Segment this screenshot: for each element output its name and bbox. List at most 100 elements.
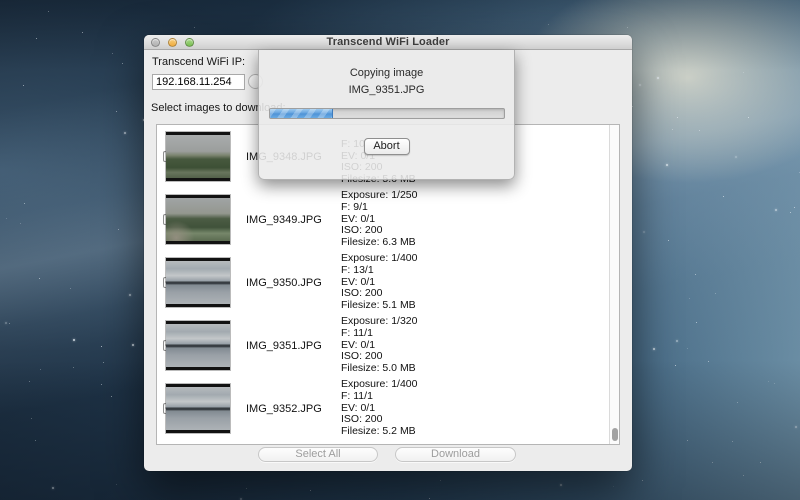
star-dot (20, 223, 21, 224)
star-dot (23, 85, 24, 86)
exif-line: F: 13/1 (341, 265, 417, 277)
star-dot (29, 381, 30, 382)
image-thumbnail (166, 132, 230, 181)
star-dot (790, 212, 791, 213)
star-dot (712, 462, 713, 463)
exif-info: Exposure: 1/250F: 9/1EV: 0/1ISO: 200File… (341, 190, 417, 249)
image-thumbnail (166, 321, 230, 370)
star-dot (310, 490, 311, 491)
image-filename: IMG_9350.JPG (246, 277, 322, 289)
star-dot (735, 156, 737, 158)
star-dot (653, 348, 655, 350)
abort-button[interactable]: Abort (364, 138, 410, 155)
star-dot (639, 84, 641, 86)
scrollbar-thumb[interactable] (612, 428, 618, 441)
image-thumbnail (166, 258, 230, 307)
star-dot (548, 24, 549, 25)
star-dot (82, 32, 83, 33)
exif-info: Exposure: 1/400F: 11/1EV: 0/1ISO: 200Fil… (341, 379, 417, 438)
star-dot (632, 106, 633, 107)
exif-line: F: 9/1 (341, 202, 417, 214)
star-dot (775, 209, 777, 211)
star-dot (24, 203, 25, 204)
image-thumbnail (166, 384, 230, 433)
exif-line: Filesize: 5.0 MB (341, 363, 417, 375)
star-dot (748, 117, 749, 118)
window-titlebar[interactable]: Transcend WiFi Loader (144, 35, 632, 50)
star-dot (129, 294, 131, 296)
exif-line: Filesize: 6.3 MB (341, 237, 417, 249)
star-dot (677, 117, 678, 118)
star-dot (657, 77, 659, 79)
exif-info: Exposure: 1/400F: 13/1EV: 0/1ISO: 200Fil… (341, 253, 417, 312)
star-dot (440, 480, 441, 481)
star-dot (560, 484, 562, 486)
star-dot (48, 11, 49, 12)
star-dot (52, 487, 54, 489)
star-dot (760, 462, 761, 463)
star-dot (194, 27, 195, 28)
star-dot (116, 111, 117, 112)
exif-info: Exposure: 1/320F: 11/1EV: 0/1ISO: 200Fil… (341, 316, 417, 375)
star-dot (627, 27, 628, 28)
star-dot (743, 72, 744, 73)
star-dot (101, 384, 102, 385)
scrollbar-track[interactable] (609, 125, 619, 444)
sheet-title: Copying image (259, 67, 514, 79)
image-row: IMG_9350.JPG Exposure: 1/400F: 13/1EV: 0/… (157, 251, 619, 314)
star-dot (132, 344, 134, 346)
image-thumbnail (166, 195, 230, 244)
star-dot (723, 196, 724, 197)
star-dot (668, 240, 669, 241)
star-dot (732, 441, 733, 442)
image-row: IMG_9351.JPGExposure: 1/320F: 11/1EV: 0/… (157, 314, 619, 377)
star-dot (708, 361, 709, 362)
star-dot (246, 488, 247, 489)
star-dot (5, 322, 7, 324)
star-dot (666, 164, 668, 166)
star-dot (794, 207, 795, 208)
star-dot (429, 498, 430, 499)
star-dot (6, 218, 7, 219)
star-dot (111, 396, 112, 397)
star-dot (36, 38, 37, 39)
image-filename: IMG_9352.JPG (246, 403, 322, 415)
star-dot (743, 475, 744, 476)
star-dot (675, 365, 676, 366)
star-dot (774, 383, 775, 384)
star-dot (35, 440, 36, 441)
star-dot (103, 362, 104, 363)
exif-line: F: 11/1 (341, 391, 417, 403)
star-dot (676, 340, 678, 342)
star-dot (687, 348, 688, 349)
progress-fill (270, 109, 333, 118)
star-dot (613, 486, 614, 487)
star-dot (39, 278, 40, 279)
ip-input[interactable] (152, 74, 245, 90)
star-dot (768, 381, 769, 382)
select-all-button[interactable]: Select All (258, 447, 378, 462)
star-dot (118, 229, 119, 230)
star-dot (672, 129, 673, 130)
star-dot (699, 130, 700, 131)
ip-label: Transcend WiFi IP: (152, 56, 245, 68)
image-filename: IMG_9349.JPG (246, 214, 322, 226)
star-dot (687, 440, 688, 441)
exif-line: Filesize: 5.2 MB (341, 426, 417, 438)
image-row: IMG_9352.JPG Exposure: 1/400F: 11/1EV: 0/… (157, 377, 619, 440)
star-dot (696, 322, 697, 323)
star-dot (73, 367, 74, 368)
app-window: Transcend WiFi Loader Transcend WiFi IP:… (144, 35, 632, 471)
star-dot (9, 323, 10, 324)
star-dot (715, 293, 716, 294)
progress-bar (269, 108, 505, 119)
copy-progress-sheet: Copying image IMG_9351.JPG Abort (258, 50, 515, 180)
exif-line: Filesize: 5.1 MB (341, 300, 417, 312)
star-dot (31, 418, 32, 419)
download-button[interactable]: Download (395, 447, 516, 462)
star-dot (124, 132, 126, 134)
star-dot (101, 346, 102, 347)
star-dot (112, 53, 113, 54)
star-dot (689, 298, 690, 299)
star-dot (795, 426, 797, 428)
